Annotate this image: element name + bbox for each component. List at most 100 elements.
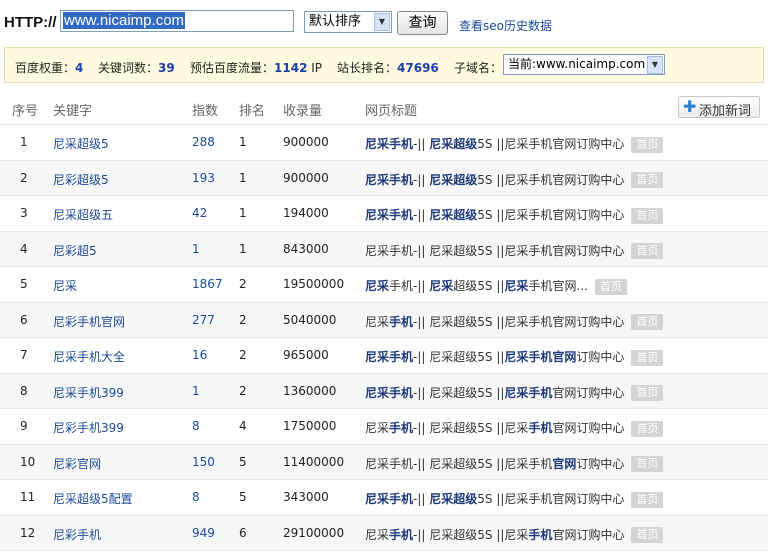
index-link[interactable]: 1: [192, 384, 200, 398]
subdomain-select[interactable]: 当前:www.nicaimp.com ▼: [503, 54, 665, 75]
table-row: 10尼彩官网150511400000尼采手机-|| 尼采超级5S ||尼采手机官…: [0, 445, 768, 481]
traffic-value: 1142: [274, 61, 307, 75]
title-text: 尼采手机-|| 尼采超级5S ||尼采手机: [365, 457, 552, 471]
included-count: 843000: [283, 242, 329, 256]
keyword-link[interactable]: 尼采手机大全: [53, 348, 125, 365]
title-highlight: 尼采手机: [365, 137, 413, 151]
table-row: 1尼采超级52881900000尼采手机-|| 尼采超级5S ||尼采手机官网订…: [0, 125, 768, 161]
page-title-link[interactable]: 尼采手机-|| 尼采超级5S ||尼采手机官网订购中心首页: [365, 206, 663, 224]
alexa-rank-label: 站长排名：: [337, 61, 397, 75]
page-title-link[interactable]: 尼采手机-|| 尼采超级5S ||尼采手机官网订购中心首页: [365, 384, 663, 402]
index-link[interactable]: 277: [192, 313, 215, 327]
chevron-down-icon[interactable]: ▼: [647, 56, 663, 74]
page-title-link[interactable]: 尼采手机-|| 尼采超级5S ||尼采手机官网订购中心首页: [365, 135, 663, 153]
index-link[interactable]: 949: [192, 526, 215, 540]
keyword-count-stat: 关键词数：39: [98, 59, 175, 76]
index-link[interactable]: 150: [192, 455, 215, 469]
index-link[interactable]: 1: [192, 242, 200, 256]
title-text: 5S ||尼采手机官网订购中心: [477, 208, 624, 222]
traffic-stat: 预估百度流量：1142 IP: [190, 59, 322, 76]
home-page-badge: 首页: [595, 279, 627, 295]
index-link[interactable]: 8: [192, 490, 200, 504]
title-text: 超级5S ||: [453, 279, 504, 293]
keyword-link[interactable]: 尼采: [53, 277, 77, 294]
included-count: 29100000: [283, 526, 344, 540]
index-link[interactable]: 193: [192, 171, 215, 185]
rank-value: 6: [239, 526, 247, 540]
index-link[interactable]: 288: [192, 135, 215, 149]
subdomain-label: 子域名：: [454, 59, 502, 76]
seo-history-link[interactable]: 查看seo历史数据: [459, 17, 552, 34]
site-stats-bar: 百度权重：4 关键词数：39 预估百度流量：1142 IP 站长排名：47696…: [4, 47, 764, 83]
included-count: 343000: [283, 490, 329, 504]
row-number: 4: [20, 242, 28, 256]
keyword-link[interactable]: 尼采手机399: [53, 384, 124, 401]
page-title-link[interactable]: 尼采手机-|| 尼采超级5S ||尼采手机官网...首页: [365, 277, 627, 295]
index-link[interactable]: 16: [192, 348, 207, 362]
url-input[interactable]: www.nicaimp.com: [60, 10, 294, 32]
chevron-down-icon[interactable]: ▼: [374, 13, 390, 31]
row-number: 9: [20, 419, 28, 433]
home-page-badge: 首页: [631, 172, 663, 188]
included-count: 5040000: [283, 313, 336, 327]
home-page-badge: 首页: [631, 137, 663, 153]
sort-select[interactable]: 默认排序 ▼: [304, 11, 392, 33]
query-button[interactable]: 查询: [397, 11, 448, 35]
table-header: 序号 关键字 指数 排名 收录量 网页标题 ✚ 添加新词: [0, 90, 768, 125]
keyword-link[interactable]: 尼彩手机399: [53, 419, 124, 436]
title-text: 5S ||尼采手机官网订购中心: [477, 173, 624, 187]
home-page-badge: 首页: [631, 314, 663, 330]
included-count: 11400000: [283, 455, 344, 469]
title-text: -|| 尼采超级5S ||尼采: [413, 528, 528, 542]
page-title-link[interactable]: 尼采手机-|| 尼采超级5S ||尼采手机官网订购中心首页: [365, 348, 663, 366]
title-highlight: 尼采手机: [365, 173, 413, 187]
title-highlight: 尼采手机: [504, 386, 552, 400]
page-title-link[interactable]: 尼采手机-|| 尼采超级5S ||尼采手机官网订购中心首页: [365, 242, 663, 260]
rank-value: 5: [239, 455, 247, 469]
title-text: 订购中心: [576, 457, 624, 471]
index-link[interactable]: 42: [192, 206, 207, 220]
header-rank: 排名: [239, 100, 265, 119]
keyword-link[interactable]: 尼采超级五: [53, 206, 113, 223]
title-text: 手机-||: [389, 279, 429, 293]
baidu-weight-value: 4: [75, 61, 83, 75]
row-number: 12: [20, 526, 35, 540]
title-text: -||: [413, 137, 429, 151]
title-highlight: 手机: [389, 421, 413, 435]
page-title-link[interactable]: 尼采手机-|| 尼采超级5S ||尼采手机官网订购中心首页: [365, 419, 663, 437]
included-count: 965000: [283, 348, 329, 362]
header-num: 序号: [12, 100, 38, 119]
keyword-link[interactable]: 尼彩官网: [53, 455, 101, 472]
keyword-link[interactable]: 尼采超级5配置: [53, 490, 133, 507]
title-highlight: 手机: [528, 421, 552, 435]
keyword-link[interactable]: 尼彩手机官网: [53, 313, 125, 330]
index-link[interactable]: 1867: [192, 277, 223, 291]
page-title-link[interactable]: 尼采手机-|| 尼采超级5S ||尼采手机官网订购中心首页: [365, 313, 663, 331]
subdomain-select-value: 当前:www.nicaimp.com: [508, 57, 645, 71]
keyword-link[interactable]: 尼彩超5: [53, 242, 97, 259]
title-highlight: 官网: [552, 457, 576, 471]
add-keyword-button[interactable]: ✚ 添加新词: [678, 96, 760, 118]
index-link[interactable]: 8: [192, 419, 200, 433]
title-highlight: 尼采超级: [429, 173, 477, 187]
title-highlight: 尼采手机: [365, 208, 413, 222]
row-number: 2: [20, 171, 28, 185]
home-page-badge: 首页: [631, 208, 663, 224]
included-count: 900000: [283, 171, 329, 185]
keyword-link[interactable]: 尼采超级5: [53, 135, 109, 152]
rank-value: 2: [239, 384, 247, 398]
page-title-link[interactable]: 尼采手机-|| 尼采超级5S ||尼采手机官网订购中心首页: [365, 455, 663, 473]
title-highlight: 尼采: [429, 279, 453, 293]
table-row: 4尼彩超511843000尼采手机-|| 尼采超级5S ||尼采手机官网订购中心…: [0, 232, 768, 268]
title-text: 官网订购中心: [552, 386, 624, 400]
page-title-link[interactable]: 尼采手机-|| 尼采超级5S ||尼采手机官网订购中心首页: [365, 490, 663, 508]
rank-value: 1: [239, 206, 247, 220]
keyword-link[interactable]: 尼彩超级5: [53, 171, 109, 188]
row-number: 1: [20, 135, 28, 149]
page-title-link[interactable]: 尼采手机-|| 尼采超级5S ||尼采手机官网订购中心首页: [365, 526, 663, 544]
title-highlight: 尼采手机官网: [504, 350, 576, 364]
table-row: 9尼彩手机399841750000尼采手机-|| 尼采超级5S ||尼采手机官网…: [0, 409, 768, 445]
sort-select-value: 默认排序: [309, 14, 361, 29]
title-text: 尼采: [365, 315, 389, 329]
page-title-link[interactable]: 尼采手机-|| 尼采超级5S ||尼采手机官网订购中心首页: [365, 171, 663, 189]
